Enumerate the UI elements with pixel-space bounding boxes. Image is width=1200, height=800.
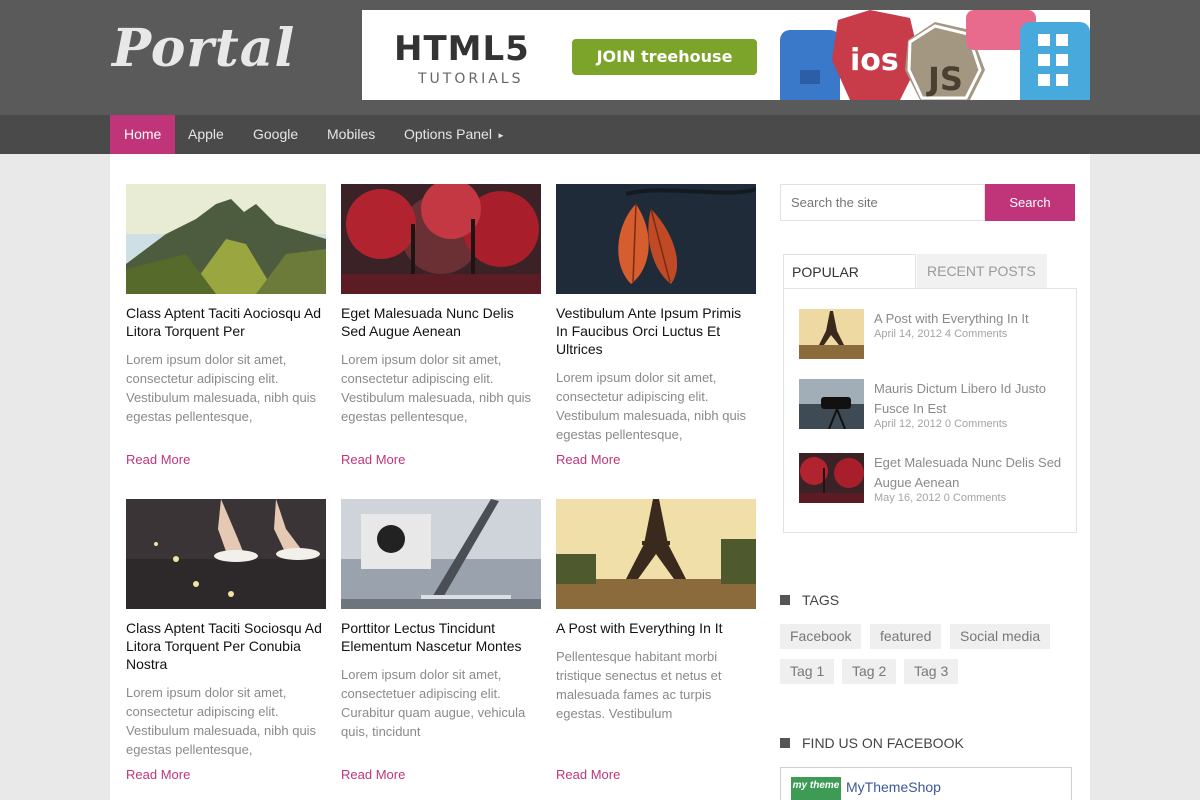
nav-item-options-panel[interactable]: Options Panel ►	[390, 115, 519, 154]
nav-item-google[interactable]: Google	[239, 115, 312, 154]
post-title[interactable]: Eget Malesuada Nunc Delis Sed Augue Aene…	[341, 304, 541, 340]
tag-facebook[interactable]: Facebook	[780, 624, 862, 649]
ad-banner[interactable]: HTML5 TUTORIALS JOIN treehouse ios JS	[362, 10, 1090, 100]
post-thumbnail-eiffel-tower[interactable]	[556, 499, 756, 609]
read-more-link[interactable]: Read More	[341, 452, 405, 467]
read-more-link[interactable]: Read More	[556, 767, 620, 782]
read-more-link[interactable]: Read More	[126, 452, 190, 467]
site-logo[interactable]: Portal	[112, 18, 295, 79]
popular-post-thumbnail[interactable]	[799, 453, 864, 503]
post-excerpt: Lorem ipsum dolor sit amet, consectetuer…	[341, 667, 526, 739]
post-title[interactable]: Vestibulum Ante Ipsum Primis In Faucibus…	[556, 304, 756, 358]
popular-post-title[interactable]: Eget Malesuada Nunc Delis Sed Augue Aene…	[874, 453, 1069, 493]
banner-title: HTML5	[394, 29, 530, 69]
mythemeshop-logo: my theme	[791, 777, 841, 800]
read-more-link[interactable]: Read More	[341, 767, 405, 782]
search-input[interactable]	[780, 184, 985, 221]
read-more-link[interactable]: Read More	[556, 452, 620, 467]
nav-item-mobiles[interactable]: Mobiles	[313, 115, 389, 154]
banner-subtitle: TUTORIALS	[418, 71, 524, 87]
post-card: Vestibulum Ante Ipsum Primis In Faucibus…	[556, 184, 756, 444]
main-nav: Home Apple Google Mobiles Options Panel ►	[0, 115, 1200, 154]
nav-item-apple[interactable]: Apple	[174, 115, 238, 154]
post-thumbnail-red-forest[interactable]	[341, 184, 541, 294]
read-more-link[interactable]: Read More	[126, 767, 190, 782]
tag-tag-2[interactable]: Tag 2	[842, 659, 897, 684]
post-card: Class Aptent Taciti Aociosqu Ad Litora T…	[126, 184, 326, 426]
post-card: Porttitor Lectus Tincidunt Elementum Nas…	[341, 499, 541, 741]
tag-tag-1[interactable]: Tag 1	[780, 659, 835, 684]
chevron-right-icon: ►	[496, 131, 505, 140]
popular-post-thumbnail[interactable]	[799, 309, 864, 359]
badge-ios-text: ios	[850, 43, 899, 78]
facebook-title-text: FIND US ON FACEBOOK	[802, 735, 964, 751]
tags-title-text: TAGS	[802, 592, 840, 608]
post-thumbnail-laptop[interactable]	[341, 499, 541, 609]
popular-post-meta: April 12, 2012 0 Comments	[874, 418, 1008, 430]
square-bullet-icon	[780, 595, 790, 605]
post-title[interactable]: Class Aptent Taciti Aociosqu Ad Litora T…	[126, 304, 326, 340]
tag-tag-3[interactable]: Tag 3	[904, 659, 959, 684]
post-card: Class Aptent Taciti Sociosqu Ad Litora T…	[126, 499, 326, 759]
post-title[interactable]: Porttitor Lectus Tincidunt Elementum Nas…	[341, 619, 541, 655]
post-excerpt: Lorem ipsum dolor sit amet, consectetur …	[126, 685, 317, 757]
nav-item-options-label: Options Panel	[404, 126, 492, 142]
post-title[interactable]: A Post with Everything In It	[556, 619, 756, 637]
popular-post-title[interactable]: A Post with Everything In It	[874, 309, 1069, 329]
popular-posts-panel: A Post with Everything In It April 14, 2…	[783, 288, 1077, 533]
post-excerpt: Lorem ipsum dolor sit amet, consectetur …	[341, 352, 532, 424]
nav-item-home[interactable]: Home	[110, 115, 176, 154]
search-button[interactable]: Search	[985, 184, 1075, 221]
square-bullet-icon	[780, 738, 790, 748]
post-card: Eget Malesuada Nunc Delis Sed Augue Aene…	[341, 184, 541, 426]
banner-badges-art: ios JS	[780, 10, 1090, 100]
tab-recent-posts[interactable]: RECENT POSTS	[917, 254, 1047, 289]
post-excerpt: Lorem ipsum dolor sit amet, consectetur …	[126, 352, 317, 424]
post-excerpt: Pellentesque habitant morbi tristique se…	[556, 649, 722, 721]
site-header: Portal HTML5 TUTORIALS JOIN treehouse io…	[0, 0, 1200, 115]
post-thumbnail-feet[interactable]	[126, 499, 326, 609]
post-excerpt: Lorem ipsum dolor sit amet, consectetur …	[556, 370, 747, 442]
facebook-like-box[interactable]: my theme MyThemeShop	[780, 767, 1072, 800]
tag-social-media[interactable]: Social media	[950, 624, 1051, 649]
facebook-page-name[interactable]: MyThemeShop	[846, 779, 941, 795]
tab-popular-posts[interactable]: POPULAR POSTS	[783, 254, 916, 315]
post-thumbnail-mountains[interactable]	[126, 184, 326, 294]
popular-post-meta: May 16, 2012 0 Comments	[874, 492, 1007, 504]
post-thumbnail-autumn-leaf[interactable]	[556, 184, 756, 294]
popular-post-thumbnail[interactable]	[799, 379, 864, 429]
banner-join-button[interactable]: JOIN treehouse	[572, 39, 757, 75]
tags-widget-title: TAGS	[780, 592, 839, 608]
tag-featured[interactable]: featured	[870, 624, 942, 649]
post-title[interactable]: Class Aptent Taciti Sociosqu Ad Litora T…	[126, 619, 326, 673]
svg-text:JS: JS	[926, 60, 963, 98]
popular-post-meta: April 14, 2012 4 Comments	[874, 328, 1008, 340]
post-card: A Post with Everything In It Pellentesqu…	[556, 499, 756, 723]
popular-post-title[interactable]: Mauris Dictum Libero Id Justo Fusce In E…	[874, 379, 1069, 419]
facebook-widget-title: FIND US ON FACEBOOK	[780, 735, 964, 751]
